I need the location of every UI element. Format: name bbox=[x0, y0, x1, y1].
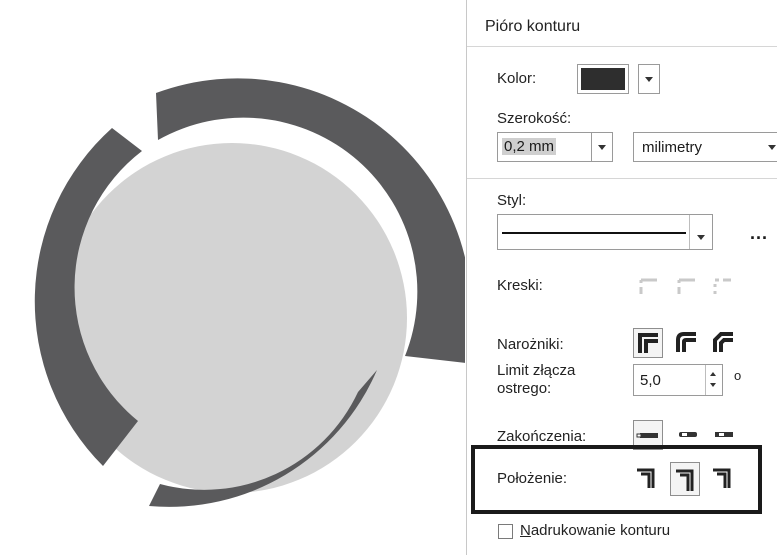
style-label: Styl: bbox=[497, 192, 527, 209]
line-style-select[interactable] bbox=[497, 214, 713, 250]
unit-select[interactable]: milimetry bbox=[633, 132, 777, 162]
color-label: Kolor: bbox=[497, 70, 537, 87]
width-dropdown-button[interactable] bbox=[591, 132, 613, 162]
panel-title: Pióro konturu bbox=[485, 18, 581, 35]
width-label: Szerokość: bbox=[497, 110, 572, 127]
miter-unit: o bbox=[734, 368, 742, 383]
unit-value: milimetry bbox=[642, 139, 702, 156]
line-caps-label: Zakończenia: bbox=[497, 428, 587, 445]
corners-label: Narożniki: bbox=[497, 336, 564, 353]
overprint-label-rest: adrukowanie konturu bbox=[530, 522, 671, 539]
corner-bevel-icon[interactable] bbox=[709, 328, 739, 358]
divider bbox=[467, 178, 777, 179]
miter-label-line1: Limit złącza bbox=[497, 362, 576, 379]
position-highlight-frame bbox=[471, 445, 762, 514]
drawing-svg bbox=[34, 78, 472, 507]
overprint-mnemonic: N bbox=[520, 522, 531, 539]
corner-round-icon[interactable] bbox=[672, 328, 702, 358]
width-value: 0,2 mm bbox=[502, 138, 557, 155]
color-picker[interactable] bbox=[577, 64, 629, 94]
spin-up-icon[interactable] bbox=[710, 372, 716, 376]
miter-label-line2: ostrego: bbox=[497, 380, 552, 397]
overprint-label[interactable]: Nadrukowanie konturu bbox=[520, 522, 670, 539]
miter-spinner[interactable] bbox=[705, 365, 722, 395]
chevron-down-icon bbox=[645, 77, 653, 82]
color-dropdown-button[interactable] bbox=[638, 64, 660, 94]
chevron-down-icon bbox=[768, 145, 776, 150]
dashes-label: Kreski: bbox=[497, 277, 543, 294]
chevron-down-icon bbox=[697, 235, 705, 240]
dash-aligned-icon[interactable] bbox=[709, 272, 739, 302]
drawing-canvas[interactable] bbox=[0, 0, 472, 555]
color-swatch bbox=[581, 68, 625, 90]
dash-rounded-icon[interactable] bbox=[673, 272, 703, 302]
solid-line-preview bbox=[502, 232, 686, 234]
miter-limit-input[interactable]: 5,0 bbox=[633, 364, 723, 396]
more-styles-button[interactable]: ... bbox=[750, 223, 768, 244]
overprint-checkbox[interactable] bbox=[498, 524, 513, 539]
miter-value: 5,0 bbox=[640, 372, 661, 389]
chevron-down-icon bbox=[598, 145, 606, 150]
corner-miter-icon[interactable] bbox=[633, 328, 663, 358]
miter-limit-label: Limit złącza ostrego: bbox=[497, 362, 575, 398]
dash-default-icon[interactable] bbox=[635, 272, 665, 302]
width-input[interactable]: 0,2 mm bbox=[497, 132, 592, 162]
spin-down-icon[interactable] bbox=[710, 383, 716, 387]
title-divider bbox=[467, 46, 777, 47]
